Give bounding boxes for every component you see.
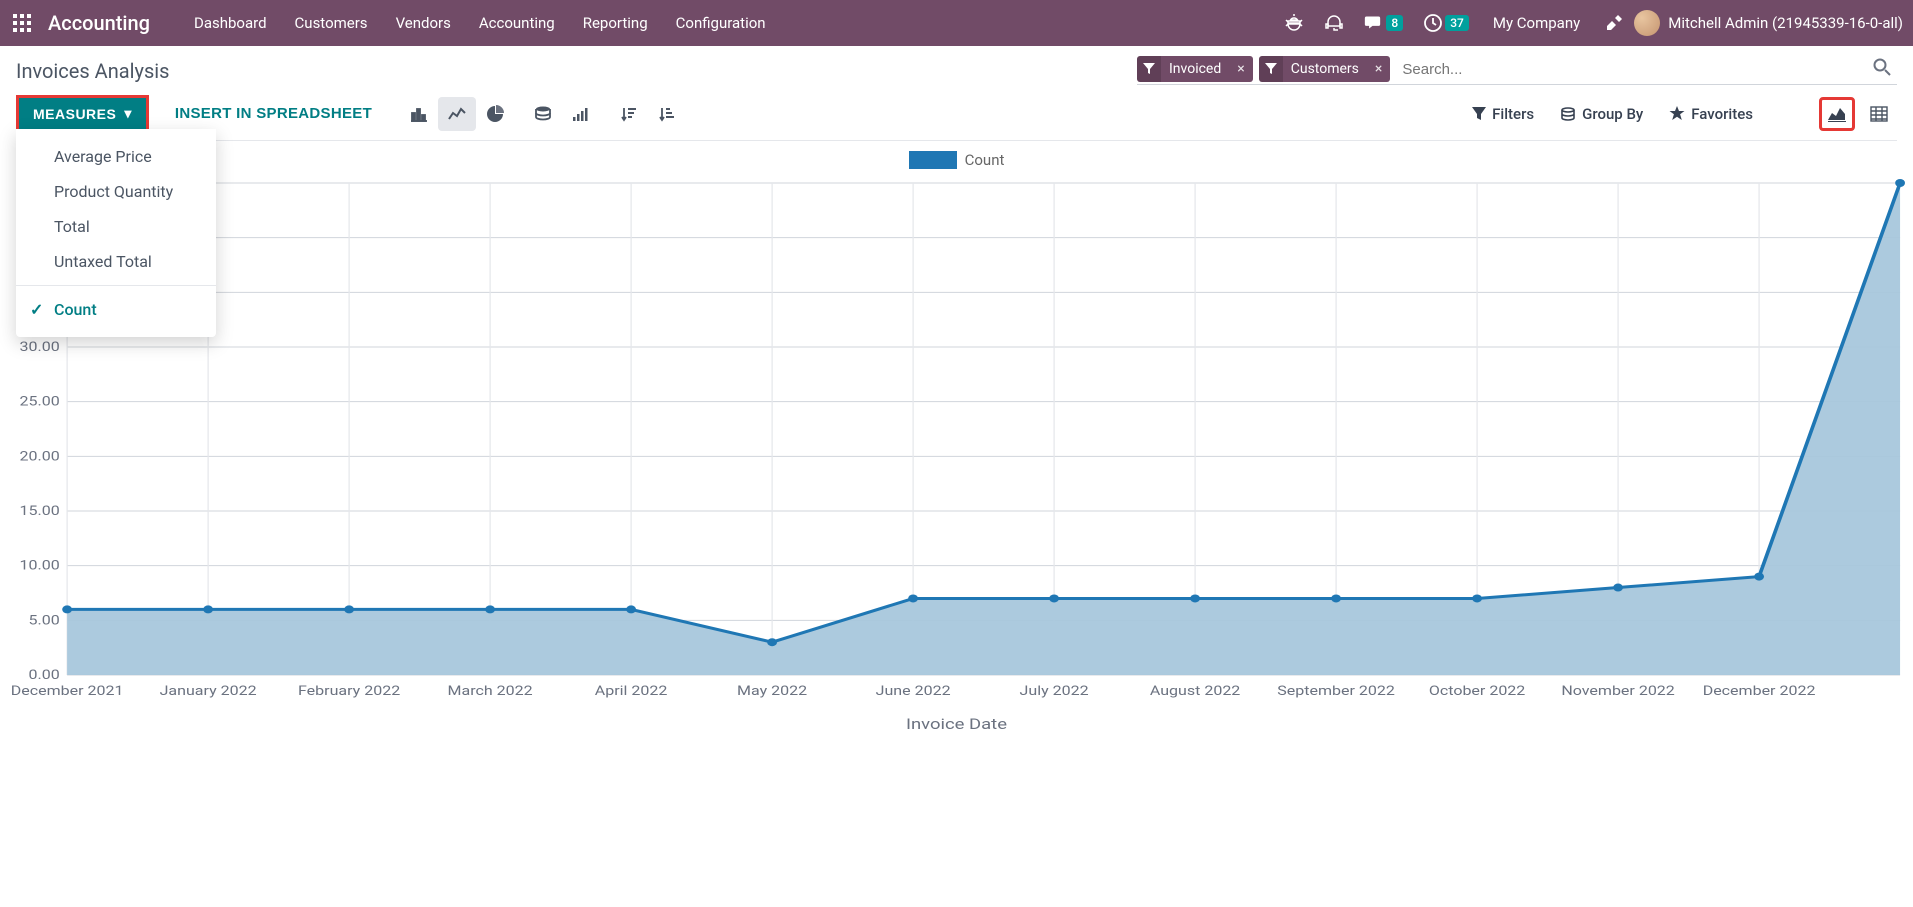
svg-text:February 2022: February 2022: [298, 683, 400, 699]
user-avatar: [1634, 10, 1660, 36]
area-chart[interactable]: 0.005.0010.0015.0020.0025.0030.0035.0040…: [8, 175, 1905, 735]
legend-swatch: [909, 151, 957, 169]
svg-text:20.00: 20.00: [20, 448, 60, 464]
nav-reporting[interactable]: Reporting: [583, 14, 648, 32]
measure-count[interactable]: Count: [16, 292, 216, 327]
line-chart-icon[interactable]: [438, 97, 476, 131]
svg-text:July 2022: July 2022: [1020, 683, 1089, 699]
activities-icon[interactable]: 37: [1423, 13, 1469, 33]
main-navbar: Accounting Dashboard Customers Vendors A…: [0, 0, 1913, 46]
filter-icon: [1259, 56, 1283, 82]
messaging-badge: 8: [1386, 15, 1403, 31]
chart-legend[interactable]: Count: [0, 151, 1913, 169]
pie-chart-icon[interactable]: [476, 97, 514, 131]
filters-button[interactable]: Filters: [1472, 105, 1534, 123]
bar-chart-icon[interactable]: [400, 97, 438, 131]
chart-area: Count 0.005.0010.0015.0020.0025.0030.003…: [0, 141, 1913, 735]
debug-icon[interactable]: [1284, 14, 1304, 32]
control-panel: Invoices Analysis Invoiced × Customers ×…: [0, 46, 1913, 141]
svg-text:August 2022: August 2022: [1150, 683, 1240, 699]
svg-text:September 2022: September 2022: [1277, 683, 1395, 699]
app-brand[interactable]: Accounting: [48, 11, 150, 35]
insert-spreadsheet-button[interactable]: INSERT IN SPREADSHEET: [161, 98, 386, 129]
nav-vendors[interactable]: Vendors: [396, 14, 451, 32]
view-switcher: [1819, 97, 1897, 131]
user-name: Mitchell Admin (21945339-16-0-all): [1668, 14, 1903, 32]
page-title: Invoices Analysis: [16, 59, 169, 83]
dropdown-separator: [16, 285, 216, 286]
facet-remove-icon[interactable]: ×: [1367, 61, 1390, 77]
measures-button-label: MEASURES: [33, 106, 116, 122]
search-facet-invoiced[interactable]: Invoiced ×: [1137, 56, 1253, 82]
svg-text:June 2022: June 2022: [876, 683, 951, 699]
measures-button[interactable]: MEASURES ▾: [19, 98, 146, 129]
filters-label: Filters: [1492, 105, 1534, 123]
facet-label: Customers: [1283, 61, 1367, 77]
cumulated-icon[interactable]: [562, 97, 600, 131]
search-icon[interactable]: [1867, 58, 1897, 80]
facet-label: Invoiced: [1161, 61, 1229, 77]
svg-text:15.00: 15.00: [20, 503, 60, 519]
filter-icon: [1137, 56, 1161, 82]
measure-total[interactable]: Total: [16, 209, 216, 244]
nav-accounting[interactable]: Accounting: [479, 14, 555, 32]
nav-customers[interactable]: Customers: [295, 14, 368, 32]
svg-text:December 2022: December 2022: [1703, 683, 1816, 699]
nav-dashboard[interactable]: Dashboard: [194, 14, 267, 32]
sort-desc-icon[interactable]: [610, 97, 648, 131]
measures-button-highlight: MEASURES ▾ Average Price Product Quantit…: [16, 95, 149, 132]
svg-text:March 2022: March 2022: [448, 683, 533, 699]
measure-untaxed-total[interactable]: Untaxed Total: [16, 244, 216, 279]
caret-down-icon: ▾: [124, 105, 132, 122]
svg-text:January 2022: January 2022: [160, 683, 257, 699]
svg-text:0.00: 0.00: [29, 667, 60, 683]
svg-text:5.00: 5.00: [29, 612, 60, 628]
measures-dropdown: Average Price Product Quantity Total Unt…: [16, 129, 216, 337]
favorites-label: Favorites: [1691, 105, 1753, 123]
svg-text:30.00: 30.00: [20, 339, 60, 355]
activities-badge: 37: [1445, 15, 1469, 31]
search-bar[interactable]: Invoiced × Customers ×: [1137, 56, 1897, 85]
messaging-icon[interactable]: 8: [1364, 14, 1403, 32]
pivot-view-icon[interactable]: [1861, 97, 1897, 131]
groupby-label: Group By: [1582, 105, 1643, 123]
svg-text:April 2022: April 2022: [595, 683, 668, 699]
legend-label: Count: [965, 151, 1005, 169]
favorites-button[interactable]: Favorites: [1669, 105, 1753, 123]
graph-view-icon[interactable]: [1819, 97, 1855, 131]
stacked-icon[interactable]: [524, 97, 562, 131]
user-menu[interactable]: Mitchell Admin (21945339-16-0-all): [1634, 10, 1903, 36]
measure-average-price[interactable]: Average Price: [16, 139, 216, 174]
svg-text:May 2022: May 2022: [737, 683, 807, 699]
company-switcher[interactable]: My Company: [1493, 14, 1580, 32]
svg-text:Invoice Date: Invoice Date: [906, 716, 1007, 734]
sort-asc-icon[interactable]: [648, 97, 686, 131]
svg-text:December 2021: December 2021: [11, 683, 124, 699]
svg-text:October 2022: October 2022: [1429, 683, 1525, 699]
measure-product-quantity[interactable]: Product Quantity: [16, 174, 216, 209]
groupby-button[interactable]: Group By: [1560, 105, 1643, 123]
search-facet-customers[interactable]: Customers ×: [1259, 56, 1391, 82]
facet-remove-icon[interactable]: ×: [1229, 61, 1252, 77]
support-icon[interactable]: [1324, 14, 1344, 32]
svg-text:November 2022: November 2022: [1561, 683, 1674, 699]
tools-icon[interactable]: [1604, 13, 1624, 33]
chart-type-toolbar: [400, 97, 686, 131]
nav-configuration[interactable]: Configuration: [676, 14, 766, 32]
apps-icon[interactable]: [10, 11, 34, 35]
search-input[interactable]: [1396, 57, 1867, 82]
svg-text:25.00: 25.00: [20, 393, 60, 409]
svg-text:10.00: 10.00: [20, 557, 60, 573]
